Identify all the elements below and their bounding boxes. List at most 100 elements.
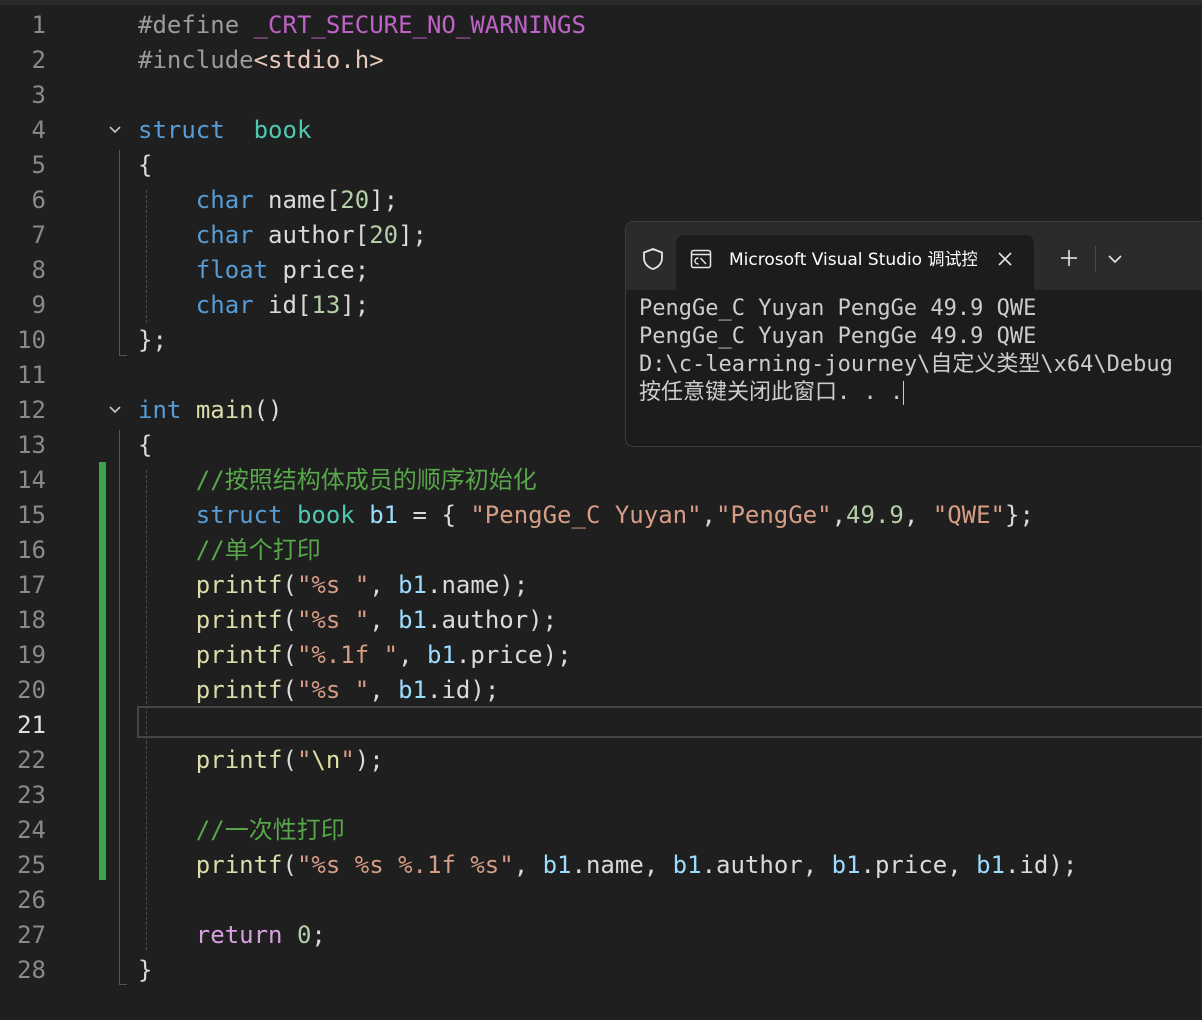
code-text: #include<stdio.h> [138,43,384,78]
code-line[interactable]: 19 printf("%.1f ", b1.price); [0,638,1202,673]
code-text: } [138,953,152,988]
terminal-output[interactable]: PengGe_C Yuyan PengGe 49.9 QWE PengGe_C … [639,295,1202,407]
code-line[interactable]: 5{ [0,148,1202,183]
code-token: b1 [398,571,428,599]
line-number: 9 [31,291,46,319]
code-token: }; [1005,501,1034,529]
code-token: price; [268,256,370,284]
fold-chevron-icon[interactable] [108,403,122,417]
code-line[interactable]: 21 [0,708,1202,743]
code-token: }; [138,326,167,354]
code-token: <stdio.h> [253,46,384,74]
code-token: printf [195,641,283,669]
code-line[interactable]: 2 #include<stdio.h> [0,43,1202,78]
line-number: 24 [17,816,46,844]
code-token: ]; [369,186,399,214]
code-line[interactable]: 20 printf("%s ", b1.id); [0,673,1202,708]
debug-console-window[interactable]: Microsoft Visual Studio 调试控制台 PengGe_C Y… [625,221,1202,447]
terminal-tab-title: Microsoft Visual Studio 调试控制台 [729,250,977,270]
code-text: float price; [138,253,369,288]
code-line[interactable]: 1 #define _CRT_SECURE_NO_WARNINGS [0,8,1202,43]
terminal-line: D:\c-learning-journey\自定义类型\x64\Debug [639,352,1173,377]
code-token: ( [282,746,297,774]
code-token: "%s " [296,606,370,634]
code-line[interactable]: 23 [0,778,1202,813]
code-token: .price, [860,851,977,879]
code-line[interactable]: 27 return 0; [0,918,1202,953]
code-text: printf("%s ", b1.name); [138,568,528,603]
code-token: { [138,431,153,459]
code-token: 20 [340,186,370,214]
code-line[interactable]: 16 //单个打印 [0,533,1202,568]
fold-chevron-icon[interactable] [108,123,122,137]
line-number: 21 [17,711,46,739]
code-token: ]; [340,291,370,319]
code-token: " [340,746,355,774]
top-toolbar-strip [0,0,1202,5]
code-line[interactable]: 26 [0,883,1202,918]
code-line[interactable]: 18 printf("%s ", b1.author); [0,603,1202,638]
code-line[interactable]: 4 struct book [0,113,1202,148]
code-line[interactable]: 6 char name[20]; [0,183,1202,218]
code-line[interactable]: 28} [0,953,1202,988]
code-text: char id[13]; [138,288,369,323]
shield-icon[interactable] [641,247,665,271]
code-token: .price); [455,641,572,669]
line-number: 28 [17,956,46,984]
code-line[interactable]: 3 [0,78,1202,113]
chevron-down-icon[interactable] [1104,248,1126,270]
code-token: "%s " [296,676,370,704]
code-token: #include [138,46,254,74]
code-token: //按照结构体成员的顺序初始化 [195,466,537,494]
code-token: "QWE" [932,501,1005,529]
code-text: }; [138,323,167,358]
code-token: "PengGe" [716,501,832,529]
code-token: b1 [542,851,572,879]
code-line[interactable]: 14 //按照结构体成员的顺序初始化 [0,463,1202,498]
line-number: 19 [17,641,46,669]
code-line[interactable]: 25 printf("%s %s %.1f %s", b1.name, b1.a… [0,848,1202,883]
code-line[interactable]: 17 printf("%s ", b1.name); [0,568,1202,603]
code-token: ( [282,851,297,879]
code-token: .id); [427,676,500,704]
plus-icon[interactable] [1058,247,1080,269]
code-token: b1 [427,641,456,669]
terminal-line: 按任意键关闭此窗口. . . [639,379,1202,407]
code-text: { [138,428,152,463]
code-text: printf("\n"); [138,743,384,778]
tab-bar-separator [1095,246,1096,272]
code-token: struct [195,501,283,529]
code-token: 20 [369,221,399,249]
code-token: } [138,956,153,984]
code-token: \n [311,746,341,774]
code-text: printf("%s %s %.1f %s", b1.name, b1.auth… [138,848,1077,883]
code-token: ); [354,746,384,774]
code-line[interactable]: 24 //一次性打印 [0,813,1202,848]
line-number: 15 [17,501,46,529]
code-text: printf("%s ", b1.id); [138,673,499,708]
terminal-line: PengGe_C Yuyan PengGe 49.9 QWE [639,296,1037,321]
code-editor[interactable]: 1 #define _CRT_SECURE_NO_WARNINGS 2 #includ… [0,10,1202,1020]
terminal-icon [690,249,712,269]
code-token: printf [195,851,283,879]
code-token: "PengGe_C Yuyan" [470,501,702,529]
line-number: 7 [31,221,46,249]
code-text: int main() [138,393,283,428]
terminal-tab[interactable]: Microsoft Visual Studio 调试控制台 [676,235,1034,290]
close-icon[interactable] [994,248,1016,270]
code-token: book [296,501,355,529]
line-number: 26 [17,886,46,914]
code-token: ]; [398,221,427,249]
code-line[interactable]: 15 struct book b1 = { "PengGe_C Yuyan","… [0,498,1202,533]
code-text: char name[20]; [138,183,398,218]
code-line[interactable]: 22 printf("\n"); [0,743,1202,778]
code-token: name[ [253,186,341,214]
code-token: ( [282,641,297,669]
